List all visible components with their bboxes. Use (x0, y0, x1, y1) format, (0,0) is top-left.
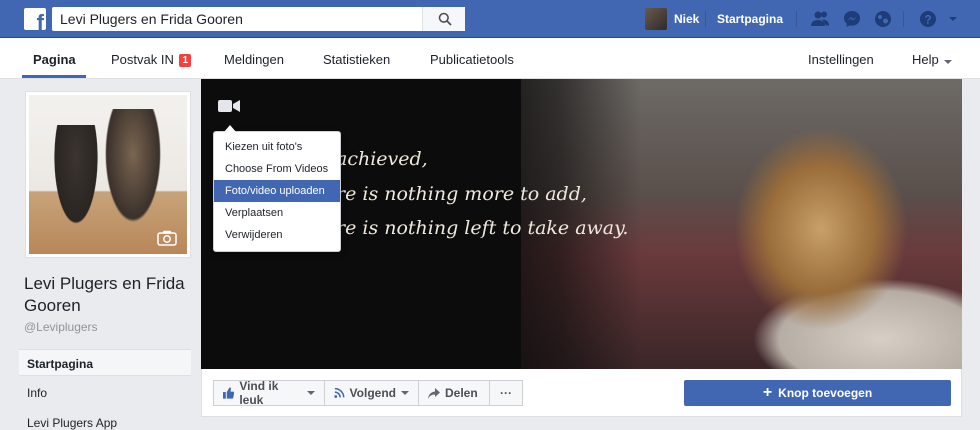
menu-item-reposition[interactable]: Verplaatsen (214, 202, 340, 224)
active-tab-indicator (22, 75, 86, 78)
facebook-logo[interactable]: f (24, 8, 46, 30)
divider (796, 11, 797, 27)
menu-item-remove[interactable]: Verwijderen (214, 224, 340, 246)
top-bar: f Levi Plugers en Frida Gooren Niek Star… (0, 0, 980, 38)
tab-insights[interactable]: Statistieken (323, 52, 390, 67)
tab-settings[interactable]: Instellingen (808, 52, 874, 67)
home-link[interactable]: Startpagina (717, 12, 783, 26)
menu-arrow (224, 125, 236, 132)
profile-photo (29, 95, 187, 254)
sidebar-item-home[interactable]: Startpagina (19, 349, 191, 376)
notifications-icon[interactable] (873, 9, 893, 29)
tab-page[interactable]: Pagina (33, 52, 76, 67)
tab-publishing-tools[interactable]: Publicatietools (430, 52, 514, 67)
like-label: Vind ik leuk (239, 379, 279, 407)
page-name[interactable]: Levi Plugers en Frida Gooren (24, 273, 194, 317)
chevron-down-icon (307, 391, 315, 395)
tab-notifications[interactable]: Meldingen (224, 52, 284, 67)
user-name: Niek (674, 12, 700, 26)
profile-picture[interactable] (25, 91, 191, 258)
cover-quote-line: achieved, (336, 148, 428, 170)
messenger-icon[interactable] (842, 9, 862, 29)
sidebar-item-app[interactable]: Levi Plugers App (19, 409, 191, 430)
cover-options-menu: Kiezen uit foto's Choose From Videos Fot… (213, 125, 341, 252)
add-button-label: Knop toevoegen (778, 386, 873, 400)
cover-quote-line: re is nothing left to take away. (336, 217, 629, 239)
page-username[interactable]: @Leviplugers (24, 320, 98, 334)
dog-image (99, 109, 167, 237)
search-button[interactable] (422, 7, 465, 31)
more-options-button[interactable]: ··· (489, 380, 523, 406)
avatar (645, 8, 667, 30)
follow-label: Volgend (349, 386, 396, 400)
inbox-badge: 1 (179, 54, 192, 67)
rss-icon (334, 387, 345, 398)
more-options-icon: ··· (500, 386, 512, 400)
cover-quote-line: re is nothing more to add, (336, 183, 587, 205)
sidebar-item-info[interactable]: Info (19, 379, 191, 406)
video-camera-icon[interactable] (218, 99, 240, 113)
dog-image (51, 125, 101, 233)
menu-item-upload[interactable]: Foto/video uploaden (214, 180, 340, 202)
tab-inbox[interactable]: Postvak IN 1 (111, 52, 192, 67)
friends-icon[interactable] (810, 9, 830, 29)
share-button[interactable]: Delen (418, 380, 490, 406)
share-label: Delen (445, 386, 478, 400)
search-input[interactable]: Levi Plugers en Frida Gooren (52, 7, 465, 31)
chevron-down-icon[interactable] (947, 9, 959, 29)
add-button-cta[interactable]: + Knop toevoegen (684, 380, 951, 406)
help-icon[interactable]: ? (918, 9, 938, 29)
search-icon (438, 12, 452, 26)
camera-icon[interactable] (157, 230, 177, 246)
tab-help-label: Help (912, 52, 939, 67)
menu-item-choose-photos[interactable]: Kiezen uit foto's (214, 136, 340, 158)
user-profile-link[interactable]: Niek (645, 8, 699, 30)
tab-inbox-label: Postvak IN (111, 52, 174, 67)
svg-text:?: ? (924, 13, 931, 27)
page-admin-nav: Pagina Postvak IN 1 Meldingen Statistiek… (0, 38, 980, 79)
thumbs-up-icon (223, 387, 235, 399)
share-arrow-icon (428, 387, 440, 399)
chevron-down-icon (401, 391, 409, 395)
like-button[interactable]: Vind ik leuk (213, 379, 325, 407)
divider (705, 11, 706, 27)
tab-help[interactable]: Help (912, 52, 952, 67)
divider (903, 11, 904, 27)
chevron-down-icon (943, 60, 952, 64)
menu-item-choose-videos[interactable]: Choose From Videos (214, 158, 340, 180)
plus-icon: + (762, 384, 773, 401)
follow-button[interactable]: Volgend (324, 380, 419, 406)
